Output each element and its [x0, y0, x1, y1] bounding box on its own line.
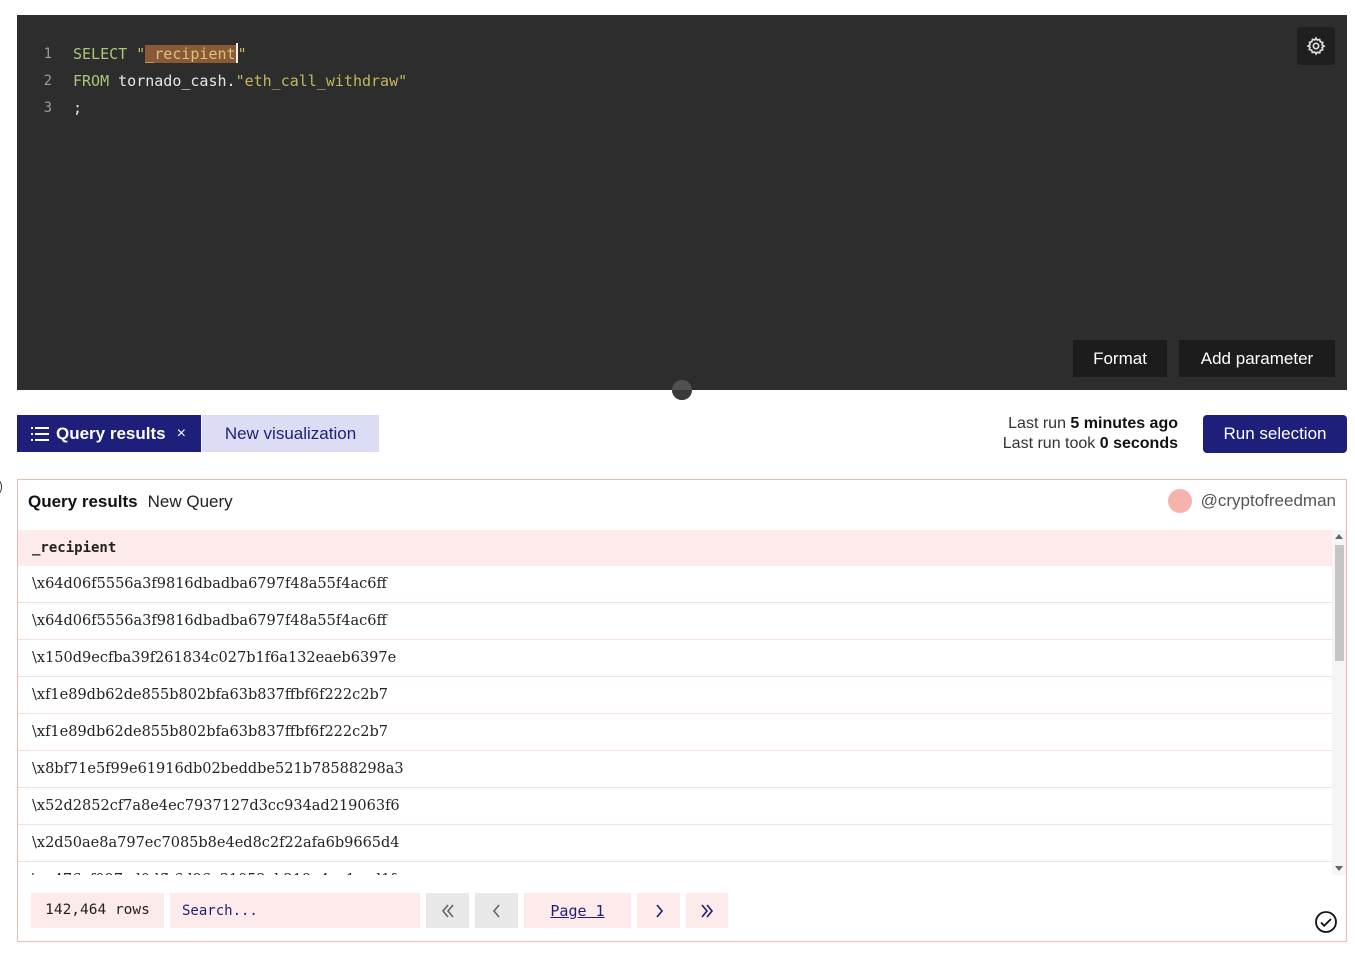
page-indicator[interactable]: Page 1 [524, 893, 631, 928]
code-line-3[interactable]: 3 ; [17, 95, 1017, 121]
last-run-value: 5 minutes ago [1070, 415, 1178, 432]
table-row[interactable]: \x64d06f5556a3f9816dbadba6797f48a55f4ac6… [18, 566, 1332, 603]
gear-icon [1306, 36, 1326, 56]
results-header: Query results New Query [28, 492, 233, 512]
table-row[interactable]: \x8bf71e5f99e61916db02beddbe521b78588298… [18, 751, 1332, 788]
quote-open: " [136, 45, 146, 63]
tab-query-results[interactable]: Query results × [17, 415, 201, 452]
line-number: 2 [43, 73, 52, 89]
double-chevron-left-icon [441, 903, 454, 918]
table-schema: tornado_cash. [118, 72, 236, 90]
add-parameter-button[interactable]: Add parameter [1179, 340, 1335, 377]
table-row[interactable]: \xe476ef097ed0dfb6d96a31052eb219a4ce1cad… [18, 862, 1332, 875]
query-owner[interactable]: @cryptofreedman [1167, 489, 1336, 513]
line-number: 1 [43, 46, 52, 62]
scroll-down-icon[interactable] [1335, 866, 1343, 871]
page-label: Page 1 [550, 901, 605, 920]
double-chevron-right-icon [701, 903, 714, 918]
scroll-up-icon[interactable] [1335, 534, 1343, 539]
chevron-left-icon [492, 903, 500, 918]
results-search-input[interactable] [170, 893, 420, 928]
username: @cryptofreedman [1200, 491, 1336, 510]
table-row[interactable]: \xf1e89db62de855b802bfa63b837ffbf6f222c2… [18, 714, 1332, 751]
close-icon[interactable]: × [177, 425, 186, 443]
chevron-right-icon [655, 903, 663, 918]
prev-page-button[interactable] [475, 893, 518, 928]
table-row[interactable]: \x150d9ecfba39f261834c027b1f6a132eaeb639… [18, 640, 1332, 677]
line-number: 3 [43, 100, 52, 116]
sql-editor[interactable]: 1 SELECT "_recipient " 2 FROM tornado_cas… [17, 15, 1347, 390]
run-selection-button[interactable]: Run selection [1203, 415, 1347, 453]
results-title: Query results [28, 492, 138, 511]
last-run-prefix: Last run [1008, 415, 1066, 432]
editor-resize-handle[interactable] [672, 380, 692, 400]
keyword-from: FROM [73, 72, 110, 90]
code-line-1[interactable]: 1 SELECT "_recipient " [17, 41, 1017, 67]
statement-terminator: ; [73, 99, 83, 117]
results-panel: Query results New Query @cryptofreedman _… [17, 479, 1347, 942]
avatar [1167, 489, 1192, 513]
last-page-button[interactable] [686, 893, 728, 928]
check-circle-icon [1315, 911, 1337, 933]
results-table[interactable]: _recipient \x64d06f5556a3f9816dbadba6797… [18, 530, 1332, 875]
table-row[interactable]: \x64d06f5556a3f9816dbadba6797f48a55f4ac6… [18, 603, 1332, 640]
scroll-thumb[interactable] [1335, 545, 1344, 661]
table-row[interactable]: \xf1e89db62de855b802bfa63b837ffbf6f222c2… [18, 677, 1332, 714]
quote-close: " [237, 45, 247, 63]
table-name-string: "eth_call_withdraw" [235, 72, 408, 90]
format-button[interactable]: Format [1073, 340, 1167, 377]
last-run-took-prefix: Last run took [1002, 435, 1096, 452]
tab-new-visualization[interactable]: New visualization [202, 415, 379, 452]
last-run-info: Last run 5 minutes ago Last run took 0 s… [1003, 414, 1178, 454]
editor-settings-button[interactable] [1297, 27, 1335, 65]
list-icon [31, 426, 49, 441]
edge-marker [0, 480, 2, 494]
code-line-2[interactable]: 2 FROM tornado_cash."eth_call_withdraw" [17, 68, 1017, 94]
tab-label: Query results [56, 423, 166, 443]
keyword-select: SELECT [73, 45, 128, 63]
first-page-button[interactable] [426, 893, 469, 928]
column-header-recipient[interactable]: _recipient [18, 530, 1332, 566]
row-count: 142,464 rows [31, 893, 164, 928]
next-page-button[interactable] [637, 893, 680, 928]
table-row[interactable]: \x2d50ae8a797ec7085b8e4ed8c2f22afa6b9665… [18, 825, 1332, 862]
query-name[interactable]: New Query [148, 492, 233, 511]
table-row[interactable]: \x52d2852cf7a8e4ec7937127d3cc934ad219063… [18, 788, 1332, 825]
table-scrollbar[interactable] [1332, 530, 1346, 875]
selected-identifier: _recipient [145, 45, 236, 63]
last-run-took-value: 0 seconds [1099, 435, 1178, 452]
